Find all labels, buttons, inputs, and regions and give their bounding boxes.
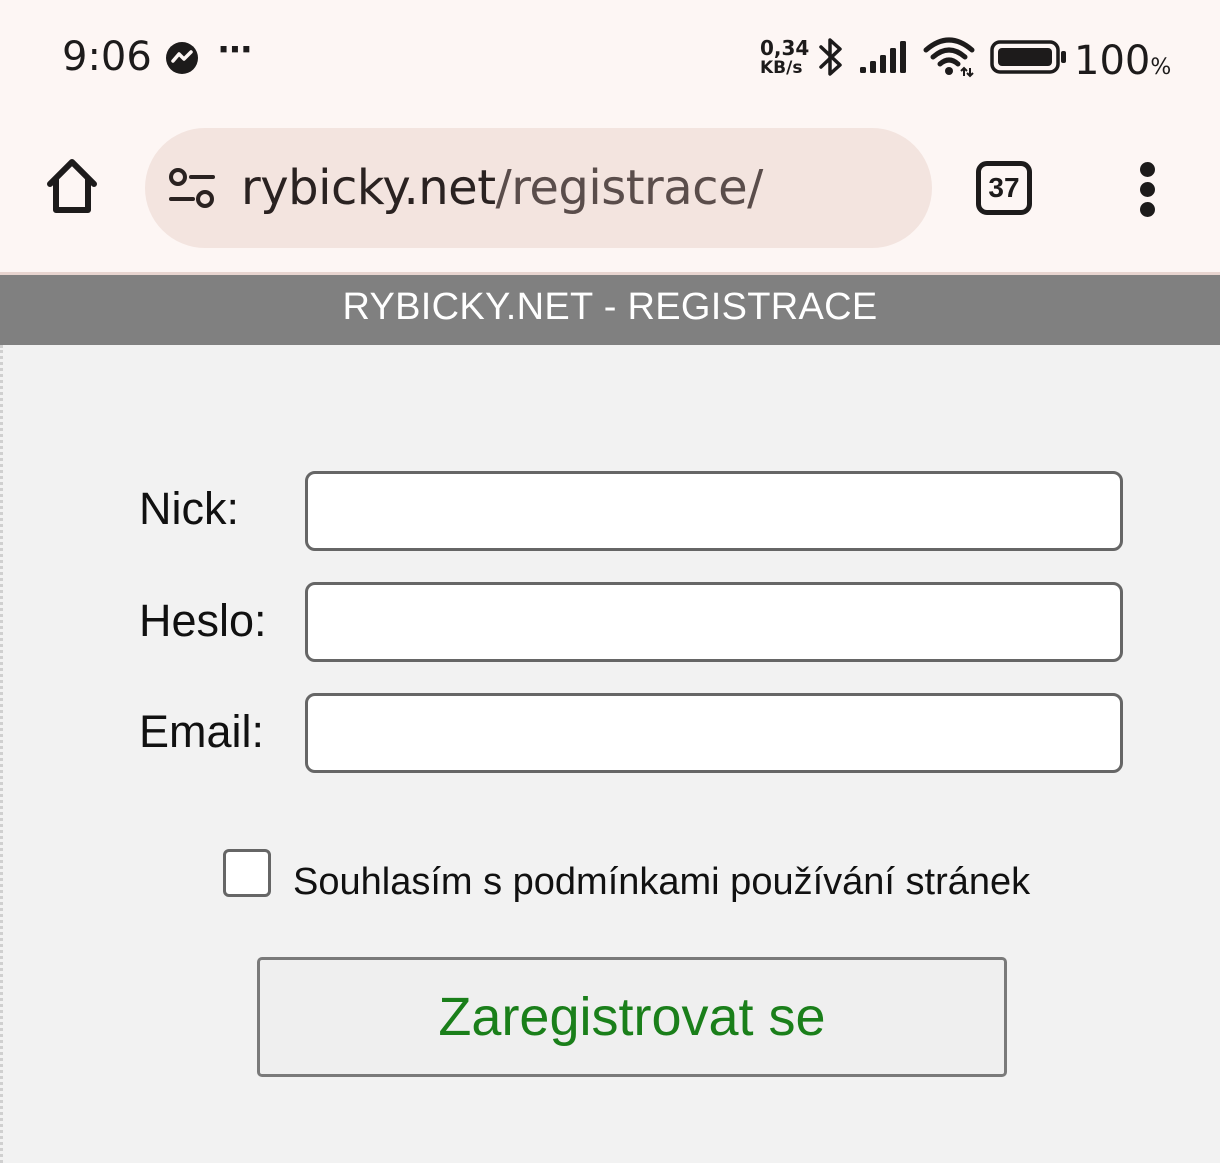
browser-toolbar: rybicky.net/registrace/ 37 [0,112,1220,272]
terms-checkbox[interactable] [223,849,271,897]
url-host: rybicky.net [241,160,496,216]
nick-label: Nick: [139,483,239,534]
bluetooth-icon [819,38,842,76]
status-bar: 9:06 ⋯ 0,34 KB/s 100% [0,0,1220,112]
tab-switcher-button[interactable]: 37 [976,161,1032,215]
url-path: /registrace/ [495,160,764,216]
email-input[interactable] [305,693,1123,773]
register-button[interactable]: Zaregistrovat se [257,957,1007,1077]
page-title: RYBICKY.NET - REGISTRACE [0,275,1220,345]
wifi-icon [923,37,975,78]
registration-form: Nick: Heslo: Email: Souhlasím s podmínka… [0,345,1220,1163]
url-text[interactable]: rybicky.net/registrace/ [241,160,763,216]
battery-unit: % [1150,55,1172,80]
battery-icon [990,40,1066,74]
site-settings-icon[interactable] [167,166,217,212]
address-bar[interactable]: rybicky.net/registrace/ [145,128,932,248]
battery-level: 100 [1074,38,1151,84]
overflow-menu-icon[interactable] [1128,162,1168,218]
network-speed-unit: KB/s [760,58,803,78]
home-icon[interactable] [40,154,104,218]
password-label: Heslo: [139,595,267,646]
network-speed: 0,34 KB/s [760,38,812,78]
battery-percentage: 100% [1074,38,1171,84]
messenger-icon [166,42,198,74]
cellular-signal-icon [860,41,906,73]
network-speed-value: 0,34 [760,36,810,60]
terms-label[interactable]: Souhlasím s podmínkami používání stránek [293,861,1030,904]
email-label: Email: [139,706,265,757]
password-input[interactable] [305,582,1123,662]
nick-input[interactable] [305,471,1123,551]
clock: 9:06 [62,34,152,80]
more-notifications-icon: ⋯ [218,31,253,69]
